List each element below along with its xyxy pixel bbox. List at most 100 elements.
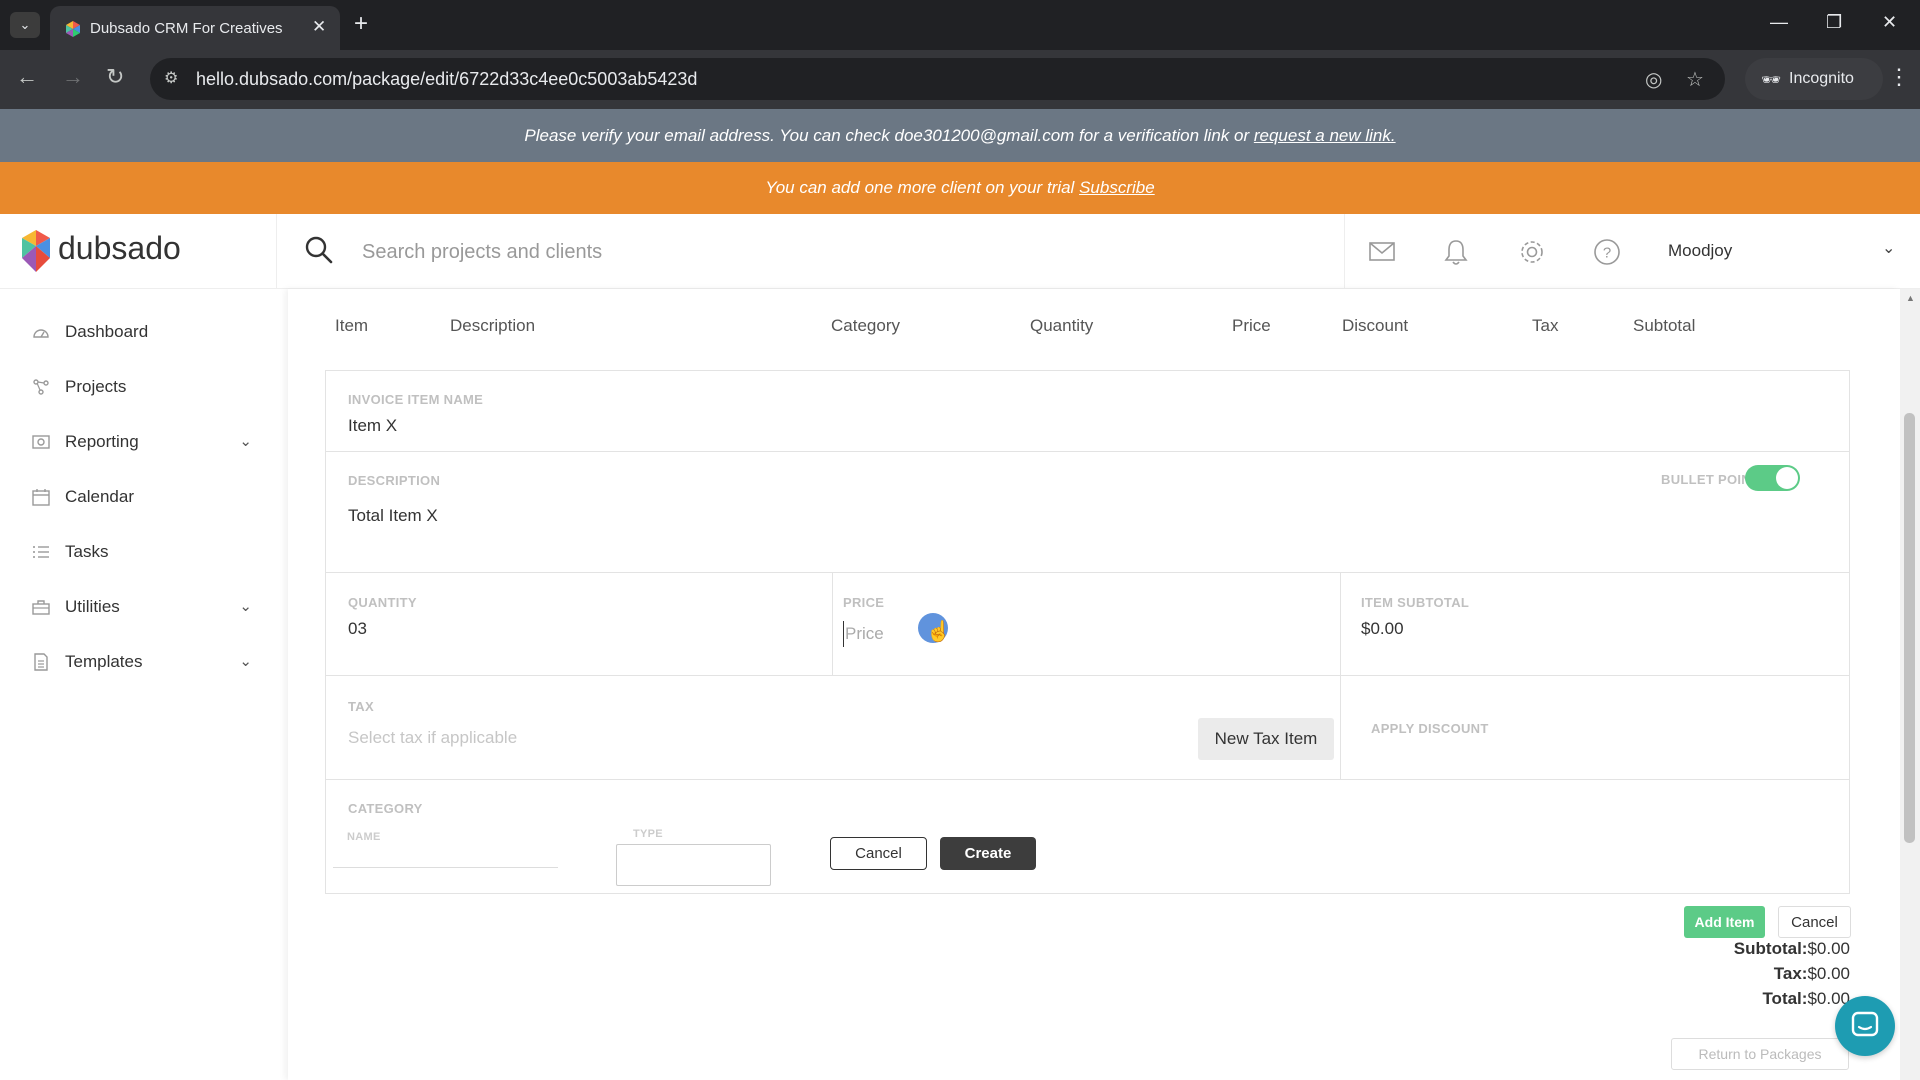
verify-email-banner: Please verify your email address. You ca…: [0, 109, 1920, 162]
minimize-icon[interactable]: —: [1770, 12, 1788, 33]
description-section: DESCRIPTION Total Item X BULLET POINTS: [326, 452, 1849, 572]
column-header-subtotal: Subtotal: [1633, 316, 1696, 335]
incognito-icon: 🕶: [1761, 72, 1782, 89]
tax-discount-section: TAX Select tax if applicable New Tax Ite…: [326, 676, 1849, 779]
verify-text: Please verify your email address. You ca…: [524, 126, 1250, 145]
search-input[interactable]: [362, 234, 1262, 270]
request-new-link[interactable]: request a new link.: [1254, 126, 1396, 145]
browser-chrome: ⌄ Dubsado CRM For Creatives ✕ + — ❐ ✕ ← …: [0, 0, 1920, 109]
apply-discount-label[interactable]: APPLY DISCOUNT: [1371, 721, 1489, 736]
eye-off-icon[interactable]: ◎: [1645, 67, 1662, 92]
column-header-description: Description: [450, 316, 536, 335]
divider: [1340, 676, 1341, 779]
item-subtotal-label: ITEM SUBTOTAL: [1361, 595, 1470, 610]
bell-icon[interactable]: [1443, 238, 1469, 266]
scroll-up-icon[interactable]: ▲: [1906, 293, 1915, 303]
page-scrollbar[interactable]: ▲: [1900, 289, 1920, 1080]
url-text[interactable]: hello.dubsado.com/package/edit/6722d33c4…: [196, 69, 697, 90]
column-header-item: Item: [335, 316, 369, 335]
sidebar-item-label: Dashboard: [65, 322, 149, 341]
search-icon[interactable]: [305, 236, 333, 264]
forward-icon[interactable]: →: [62, 64, 84, 90]
incognito-label: Incognito: [1789, 70, 1854, 87]
chat-launcher-button[interactable]: [1835, 996, 1895, 1056]
column-header-discount: Discount: [1342, 316, 1409, 335]
chevron-down-icon[interactable]: ⌄: [239, 432, 252, 450]
browser-menu-icon[interactable]: ⋮: [1888, 64, 1910, 90]
user-name[interactable]: Moodjoy: [1668, 241, 1732, 261]
templates-icon: [34, 653, 48, 671]
tab-search-button[interactable]: ⌄: [10, 12, 40, 38]
chevron-down-icon[interactable]: ⌄: [239, 597, 252, 615]
tab-title: Dubsado CRM For Creatives: [90, 20, 283, 37]
quantity-price-section: QUANTITY 03 PRICE ☝ ITEM SUBTOTAL $0.00: [326, 573, 1849, 675]
dubsado-favicon-icon: [66, 21, 80, 37]
add-item-button[interactable]: Add Item: [1684, 906, 1765, 938]
sidebar-item-label: Tasks: [65, 542, 109, 561]
header-divider: [276, 214, 277, 289]
category-cancel-button[interactable]: Cancel: [830, 837, 927, 870]
sidebar-item-tasks[interactable]: Tasks: [32, 532, 252, 572]
scroll-thumb[interactable]: [1904, 413, 1915, 843]
sidebar-item-label: Reporting: [65, 432, 139, 451]
logo-text: dubsado: [58, 230, 181, 266]
projects-icon: [33, 379, 49, 395]
back-icon[interactable]: ←: [16, 64, 38, 90]
app-header: dubsado ? Moodjoy ⌄: [0, 214, 1920, 289]
category-section: CATEGORY NAME TYPE Cancel Create: [326, 780, 1849, 893]
incognito-indicator[interactable]: 🕶 Incognito: [1745, 58, 1883, 100]
user-menu-chevron-icon[interactable]: ⌄: [1882, 238, 1895, 258]
dashboard-icon: [33, 329, 49, 338]
tab-strip: ⌄ Dubsado CRM For Creatives ✕ + — ❐ ✕: [0, 0, 1920, 50]
sidebar-item-reporting[interactable]: Reporting ⌄: [32, 422, 252, 462]
browser-toolbar: ← → ↻ ⚙ hello.dubsado.com/package/edit/6…: [0, 50, 1920, 109]
category-type-label: TYPE: [633, 828, 663, 840]
quantity-label: QUANTITY: [348, 595, 417, 610]
invoice-item-form: INVOICE ITEM NAME Item X DESCRIPTION Tot…: [325, 370, 1850, 894]
subscribe-link[interactable]: Subscribe: [1079, 178, 1155, 197]
help-icon[interactable]: ?: [1593, 238, 1621, 266]
sidebar-item-utilities[interactable]: Utilities ⌄: [32, 587, 252, 627]
category-create-button[interactable]: Create: [940, 837, 1036, 870]
reload-icon[interactable]: ↻: [106, 64, 124, 90]
restore-icon[interactable]: ❐: [1826, 12, 1842, 33]
subtotal-row: Subtotal:$0.00: [1650, 939, 1850, 959]
tax-total-label: Tax:: [1773, 964, 1808, 983]
sidebar-item-calendar[interactable]: Calendar: [32, 477, 252, 517]
tax-select[interactable]: Select tax if applicable: [348, 728, 517, 748]
divider: [1340, 573, 1341, 675]
tab-close-icon[interactable]: ✕: [312, 17, 326, 37]
sidebar-item-dashboard[interactable]: Dashboard: [32, 312, 252, 352]
calendar-icon: [32, 489, 50, 506]
item-name-section: INVOICE ITEM NAME Item X: [326, 371, 1849, 451]
sidebar-item-templates[interactable]: Templates ⌄: [32, 642, 252, 682]
category-name-input[interactable]: [333, 840, 558, 868]
gear-icon[interactable]: [1518, 238, 1546, 266]
mail-icon[interactable]: [1369, 238, 1395, 264]
return-to-packages-button[interactable]: Return to Packages: [1671, 1038, 1849, 1070]
sidebar-item-label: Templates: [65, 652, 143, 671]
cancel-item-button[interactable]: Cancel: [1778, 906, 1851, 938]
total-row: Total:$0.00: [1650, 989, 1850, 1009]
item-name-label: INVOICE ITEM NAME: [348, 392, 484, 407]
address-bar[interactable]: ⚙ hello.dubsado.com/package/edit/6722d33…: [150, 58, 1725, 100]
item-name-field[interactable]: Item X: [348, 416, 397, 436]
dubsado-logo[interactable]: dubsado: [22, 228, 242, 274]
total-label: Total:: [1762, 989, 1808, 1008]
category-type-select[interactable]: [616, 844, 771, 886]
description-field[interactable]: Total Item X: [348, 506, 438, 526]
new-tax-item-button[interactable]: New Tax Item: [1198, 718, 1334, 760]
bullet-points-toggle[interactable]: [1745, 465, 1800, 491]
svg-text:?: ?: [1603, 245, 1611, 262]
browser-tab[interactable]: Dubsado CRM For Creatives ✕: [50, 6, 340, 50]
tax-row: Tax:$0.00: [1650, 964, 1850, 984]
sidebar-item-projects[interactable]: Projects: [32, 367, 252, 407]
chevron-down-icon[interactable]: ⌄: [239, 652, 252, 670]
site-info-icon[interactable]: ⚙: [164, 68, 178, 88]
column-header-category: Category: [831, 316, 900, 335]
quantity-field[interactable]: 03: [348, 619, 367, 639]
new-tab-icon[interactable]: +: [354, 10, 368, 38]
window-close-icon[interactable]: ✕: [1882, 12, 1897, 33]
subtotal-value: $0.00: [1807, 939, 1850, 958]
bookmark-star-icon[interactable]: ☆: [1686, 67, 1704, 92]
